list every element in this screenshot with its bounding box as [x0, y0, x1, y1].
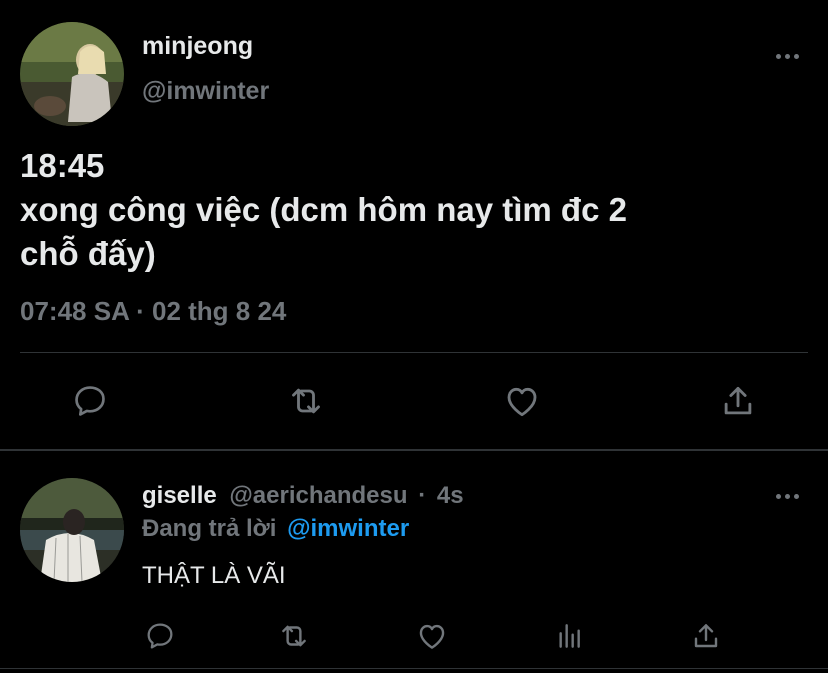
more-horizontal-icon: [775, 53, 781, 59]
reply-like-button[interactable]: [412, 616, 452, 656]
replying-to-mention[interactable]: @imwinter: [287, 515, 409, 542]
retweet-icon: [282, 625, 306, 647]
reply-button[interactable]: [66, 379, 114, 423]
reply-share-button[interactable]: [686, 616, 726, 656]
profile-photo: [20, 22, 124, 126]
like-icon: [507, 387, 537, 417]
section-divider: [0, 449, 828, 451]
profile-photo: [20, 478, 124, 582]
share-icon: [724, 386, 752, 415]
more-options-button[interactable]: [770, 48, 804, 64]
reply-analytics-button[interactable]: [550, 616, 590, 656]
author-display-name[interactable]: minjeong: [142, 32, 253, 61]
replying-to-label: Đang trả lời: [142, 515, 277, 542]
reply-time-ago[interactable]: 4s: [437, 482, 464, 509]
tweet-text-line: xong công việc (dcm hôm nay tìm đc 2: [20, 191, 627, 228]
reply-reply-button[interactable]: [140, 616, 180, 656]
author-avatar[interactable]: [20, 22, 124, 126]
tweet-text-line: 18:45: [20, 147, 105, 184]
retweet-button[interactable]: [282, 379, 330, 423]
replying-to-line: Đang trả lời @imwinter: [142, 515, 409, 543]
reply-more-options-button[interactable]: [770, 488, 804, 504]
reply-icon: [147, 623, 173, 649]
divider: [20, 352, 808, 353]
reply-retweet-button[interactable]: [274, 616, 314, 656]
like-button[interactable]: [498, 379, 546, 423]
analytics-icon: [559, 624, 580, 648]
share-icon: [694, 624, 718, 648]
tweet-timestamp[interactable]: 07:48 SA · 02 thg 8 24: [20, 296, 286, 327]
share-button[interactable]: [714, 379, 762, 423]
meta-separator: ·: [418, 482, 427, 509]
reply-text: THẬT LÀ VÃI: [142, 562, 286, 589]
tweet-text: 18:45 xong công việc (dcm hôm nay tìm đc…: [20, 144, 800, 276]
reply-author-display-name[interactable]: giselle: [142, 482, 217, 509]
reply-author-line: giselle @aerichandesu · 4s: [142, 482, 464, 510]
tweet-text-line: chỗ đấy): [20, 235, 156, 272]
more-horizontal-icon: [775, 493, 781, 499]
author-handle[interactable]: @imwinter: [142, 77, 269, 106]
reply-icon: [75, 386, 105, 416]
retweet-icon: [292, 388, 320, 414]
reply-author-handle[interactable]: @aerichandesu: [229, 482, 407, 509]
reply-author-avatar[interactable]: [20, 478, 124, 582]
like-icon: [419, 624, 445, 649]
divider: [0, 668, 828, 669]
